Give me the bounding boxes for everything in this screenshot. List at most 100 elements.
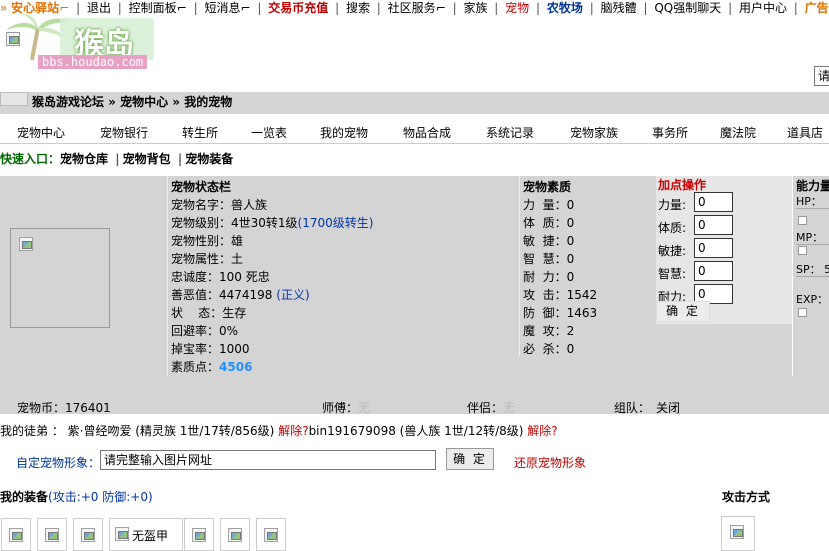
status-points-label: 素质点： — [171, 360, 220, 374]
add-input-wisdom[interactable]: 0 — [694, 261, 733, 281]
team-value: 关闭 — [656, 401, 681, 415]
add-input-constitution[interactable]: 0 — [694, 215, 733, 235]
custom-pet-image: 自定宠物形象： 请完整输入图片网址 确 定 还原宠物形象 — [0, 446, 829, 480]
menu-item-magic[interactable]: 魔法院 — [720, 124, 756, 141]
menu-item-system-log[interactable]: 系统记录 — [486, 124, 534, 141]
ability-panel: 能力量 HP： MP： SP： 5 EXP： — [792, 176, 829, 376]
pet-info-bar: 宠物币：176401 师傅： 无 伴侣： 无 组队： 关闭 — [0, 398, 829, 415]
breadcrumb: 猴岛游戏论坛 » 宠物中心 » 我的宠物 — [0, 92, 829, 114]
add-label-agility: 敏捷: — [658, 244, 687, 258]
quality-attack: 攻 击：1542 — [523, 288, 598, 302]
add-label-constitution: 体质: — [658, 221, 687, 235]
status-loyalty: 忠诚度：100 死忠 — [171, 270, 270, 284]
ability-sp: SP： 5 — [796, 263, 829, 276]
add-points-confirm-button[interactable]: 确 定 — [656, 301, 710, 322]
quick-link-warehouse[interactable]: 宠物仓库 — [60, 152, 108, 166]
menu-item-pet-center[interactable]: 宠物中心 — [17, 124, 65, 141]
attack-image-icon — [730, 525, 744, 539]
status-evade: 回避率：0% — [171, 324, 239, 338]
nav-item-messages[interactable]: 短消息 — [204, 0, 240, 16]
nav-item-recharge[interactable]: 交易币充值 — [268, 0, 328, 16]
menu-item-pet-bank[interactable]: 宠物银行 — [100, 124, 148, 141]
quality-critical: 必 杀：0 — [523, 342, 575, 356]
equip-slot-7[interactable] — [256, 518, 286, 551]
quick-entry-label: 快速入口： — [0, 152, 61, 166]
equip-slot-5[interactable] — [184, 518, 214, 551]
quality-constitution: 体 质：0 — [523, 216, 575, 230]
site-logo[interactable]: 猴岛 bbs.houdao.com — [0, 14, 160, 70]
pet-menu: 宠物中心 宠物银行 转生所 一览表 我的宠物 物品合成 系统记录 宠物家族 事务… — [0, 122, 829, 144]
custom-image-confirm-button[interactable]: 确 定 — [446, 448, 494, 470]
apprentice-1-release-link[interactable]: 解除? — [278, 424, 308, 438]
partner-value: 无 — [503, 401, 516, 415]
breadcrumb-text[interactable]: 猴岛游戏论坛 » 宠物中心 » 我的宠物 — [32, 93, 232, 110]
equip-slot-6[interactable] — [220, 518, 250, 551]
ability-exp-bar — [798, 308, 807, 317]
apprentice-1: 紫·曾经吻爱 (精灵族 1世/17转/856级) — [67, 424, 275, 438]
nav-item-font[interactable]: 脑残體 — [601, 0, 637, 16]
equipment-title: 我的装备 — [0, 490, 49, 504]
equip-image-icon — [45, 528, 59, 542]
equip-slot-armor[interactable]: 无盔甲 — [109, 518, 183, 551]
add-input-strength[interactable]: 0 — [694, 192, 733, 212]
status-karma-link[interactable]: (正义) — [276, 288, 309, 302]
status-karma-row: 善恶值：4474198 (正义) — [171, 286, 310, 303]
equip-image-icon — [192, 528, 206, 542]
pet-image-icon — [19, 237, 33, 251]
master-label: 师傅： — [322, 401, 359, 415]
nav-item-ads[interactable]: 广告服务 — [805, 0, 829, 16]
pet-image-frame — [10, 228, 110, 328]
apprentice-2-release-link[interactable]: 解除? — [527, 424, 557, 438]
status-level: 宠物级别：4世30转1级 — [171, 216, 298, 230]
logo-url: bbs.houdao.com — [38, 55, 148, 69]
status-gender: 宠物性别：雄 — [171, 234, 244, 248]
nav-item-search[interactable]: 搜索 — [346, 0, 370, 16]
ability-hp-bar — [798, 216, 807, 225]
status-karma: 善恶值：4474198 — [171, 288, 273, 302]
broken-image-icon — [6, 32, 20, 46]
nav-item-pet[interactable]: 宠物 — [505, 0, 529, 16]
nav-item-family[interactable]: 家族 — [463, 0, 487, 16]
nav-item-community[interactable]: 社区服务 — [388, 0, 436, 16]
master-value: 无 — [358, 401, 371, 415]
equip-image-icon — [115, 527, 129, 541]
quick-link-equipment[interactable]: 宠物装备 — [185, 152, 233, 166]
quick-link-backpack[interactable]: 宠物背包 — [123, 152, 171, 166]
equip-slot-2[interactable] — [37, 518, 67, 551]
header-search-input[interactable]: 请 — [814, 66, 829, 86]
restore-pet-image-link[interactable]: 还原宠物形象 — [514, 454, 586, 471]
menu-item-my-pet[interactable]: 我的宠物 — [320, 124, 368, 141]
menu-item-office[interactable]: 事务所 — [652, 124, 688, 141]
nav-item-farm[interactable]: 农牧场 — [547, 0, 583, 16]
equip-slot-1[interactable] — [1, 518, 31, 551]
menu-item-item-shop[interactable]: 道具店 — [787, 124, 823, 141]
menu-item-overview[interactable]: 一览表 — [251, 124, 287, 141]
menu-item-synthesis[interactable]: 物品合成 — [403, 124, 451, 141]
equip-image-icon — [228, 528, 242, 542]
equip-slot-3[interactable] — [73, 518, 103, 551]
pet-quality-panel: 宠物素质 力 量：0 体 质：0 敏 捷：0 智 慧：0 耐 力：0 攻 击：1… — [519, 176, 656, 356]
menu-item-pet-family[interactable]: 宠物家族 — [570, 124, 618, 141]
pet-coins: 宠物币：176401 — [17, 401, 111, 415]
attack-method-slot[interactable] — [721, 516, 755, 551]
quality-wisdom: 智 慧：0 — [523, 252, 575, 266]
no-armor-label: 无盔甲 — [132, 529, 169, 543]
apprentice-2: bin191679098 (兽人族 1世/12转/8级) — [308, 424, 524, 438]
add-points-panel: 加点操作 力量: 0 体质: 0 敏捷: 0 智慧: 0 耐力: 0 确 定 — [656, 176, 792, 324]
breadcrumb-tab[interactable] — [0, 92, 28, 106]
status-level-link[interactable]: (1700级转生) — [298, 216, 374, 230]
nav-item-user-center[interactable]: 用户中心 — [739, 0, 787, 16]
partner-label: 伴侣： — [467, 401, 504, 415]
team-label: 组队： — [614, 401, 651, 415]
status-title: 宠物状态栏 — [171, 180, 232, 194]
equipment-title-row: 我的装备(攻击:+0 防御:+0) — [0, 488, 153, 505]
custom-image-url-input[interactable]: 请完整输入图片网址 — [100, 450, 436, 470]
add-input-agility[interactable]: 0 — [694, 238, 733, 258]
status-points-value: 4506 — [219, 360, 253, 374]
equipment-stats: (攻击:+0 防御:+0) — [48, 490, 153, 504]
apprentice-row: 我的徒弟 ： 紫·曾经吻爱 (精灵族 1世/17转/856级) 解除?bin19… — [0, 422, 829, 438]
apprentice-label: 我的徒弟 ： — [0, 424, 64, 438]
status-attribute: 宠物属性：土 — [171, 252, 244, 266]
menu-item-rebirth[interactable]: 转生所 — [182, 124, 218, 141]
nav-item-qq-chat[interactable]: QQ强制聊天 — [654, 0, 721, 16]
